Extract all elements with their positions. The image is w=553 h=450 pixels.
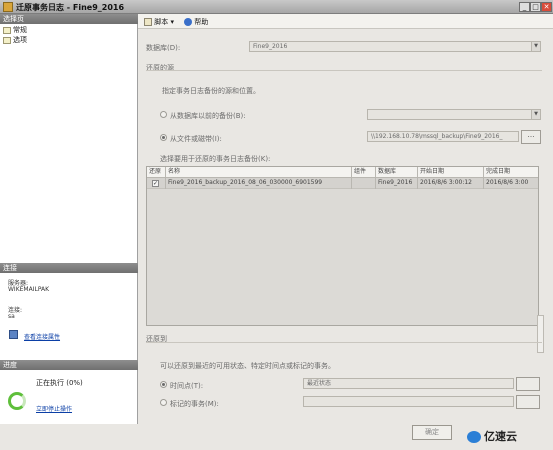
script-icon: [144, 18, 152, 26]
page-icon: [3, 26, 11, 34]
component-cell: [352, 178, 376, 189]
name-cell: Fine9_2016_backup_2016_08_06_030000_6901…: [166, 178, 352, 189]
database-label: 数据库(D):: [146, 44, 181, 52]
marked-transaction-button[interactable]: [516, 395, 540, 409]
script-label: 脚本: [154, 18, 169, 26]
point-in-time-label: 时间点(T):: [170, 382, 204, 390]
database-value: Fine9_2016: [253, 43, 288, 50]
progress-header: 进度: [0, 360, 138, 370]
table-row[interactable]: ✓ Fine9_2016_backup_2016_08_06_030000_69…: [147, 178, 538, 189]
finish-date-cell: 2016/8/6 3:00: [484, 178, 538, 189]
restore-cell: ✓: [147, 178, 166, 189]
watermark: 亿速云: [467, 428, 517, 444]
restore-to-hint: 可以还原到最近的可用状态、特定时间点或标记的事务。: [160, 362, 335, 370]
grid-header: 还原 名称 组件 数据库 开始日期 完成日期: [147, 167, 538, 178]
point-in-time-field[interactable]: 最近状态: [303, 378, 514, 389]
window-title: 迁原事务日志 - Fine9_2016: [16, 3, 125, 12]
database-select[interactable]: Fine9_2016 ▼: [249, 41, 541, 52]
backup-grid: 还原 名称 组件 数据库 开始日期 完成日期 ✓ Fine9_2016_back…: [146, 166, 539, 326]
column-header[interactable]: 完成日期: [484, 167, 538, 178]
chevron-down-icon: ▼: [531, 110, 540, 119]
page-label: 常规: [13, 26, 27, 34]
title-bar: 迁原事务日志 - Fine9_2016 _ □ ✕: [0, 0, 553, 14]
toolbar: 脚本 ▾ 帮助: [138, 14, 553, 29]
progress-spinner-icon: [8, 392, 26, 410]
ok-button[interactable]: 确定: [412, 425, 452, 440]
file-path-field[interactable]: \\192.168.10.78\mssql_backup\Fine9_2016_: [367, 131, 519, 142]
help-label: 帮助: [194, 18, 209, 26]
page-item-options[interactable]: 选项: [3, 36, 27, 45]
help-button[interactable]: 帮助: [184, 17, 208, 27]
marked-transaction-field[interactable]: [303, 396, 514, 407]
from-file-radio[interactable]: [160, 134, 167, 141]
source-hint: 指定事务日志备份的源和位置。: [162, 87, 260, 95]
main-panel: 数据库(D): Fine9_2016 ▼ 还原的源 指定事务日志备份的源和位置。…: [138, 29, 553, 424]
chevron-down-icon: ▼: [531, 42, 540, 51]
start-date-cell: 2016/8/6 3:00:12: [418, 178, 484, 189]
scrollbar[interactable]: [537, 315, 544, 353]
select-backup-label: 选择要用于还原的事务日志备份(K):: [160, 155, 271, 163]
database-cell: Fine9_2016: [376, 178, 418, 189]
column-header[interactable]: 名称: [166, 167, 352, 178]
connect-value: sa: [8, 313, 15, 320]
column-header[interactable]: 数据库: [376, 167, 418, 178]
watermark-text: 亿速云: [484, 430, 517, 443]
column-header[interactable]: 开始日期: [418, 167, 484, 178]
help-icon: [184, 18, 192, 26]
maximize-button[interactable]: □: [530, 2, 541, 12]
from-file-label: 从文件或磁带(I):: [170, 135, 222, 143]
column-header[interactable]: 组件: [352, 167, 376, 178]
yisu-logo-icon: [467, 431, 481, 443]
point-in-time-button[interactable]: [516, 377, 540, 391]
page-label: 选项: [13, 36, 27, 44]
status-text: 正在执行 (0%): [36, 379, 83, 387]
connection-properties-icon: [9, 330, 18, 339]
minimize-button[interactable]: _: [519, 2, 530, 12]
close-button[interactable]: ✕: [541, 2, 552, 12]
select-page-header: 选择页: [0, 14, 138, 24]
point-in-time-radio[interactable]: [160, 381, 167, 388]
browse-button[interactable]: …: [521, 130, 541, 144]
column-header[interactable]: 还原: [147, 167, 166, 178]
connection-header: 连接: [0, 263, 138, 273]
from-backup-radio[interactable]: [160, 111, 167, 118]
restore-checkbox[interactable]: ✓: [152, 180, 159, 187]
from-backup-select[interactable]: ▼: [367, 109, 541, 120]
page-icon: [3, 36, 11, 44]
script-button[interactable]: 脚本 ▾: [144, 17, 174, 27]
divider: [146, 70, 542, 71]
server-value: WIKEMAILPAK: [8, 286, 50, 293]
from-backup-label: 从数据库以前的备份(B):: [170, 112, 246, 120]
marked-transaction-label: 标记的事务(M):: [170, 400, 219, 408]
source-group-title: 还原的源: [146, 64, 174, 72]
view-connection-properties-link[interactable]: 查看连接属性: [24, 332, 60, 341]
divider: [146, 342, 542, 343]
app-icon: [3, 2, 13, 12]
marked-transaction-radio[interactable]: [160, 399, 167, 406]
page-item-general[interactable]: 常规: [3, 26, 27, 35]
stop-operation-link[interactable]: 立即停止操作: [36, 404, 72, 413]
left-panel: 选择页 常规 选项 连接 服务器: WIKEMAILPAK 连接: sa 查看连…: [0, 14, 138, 424]
